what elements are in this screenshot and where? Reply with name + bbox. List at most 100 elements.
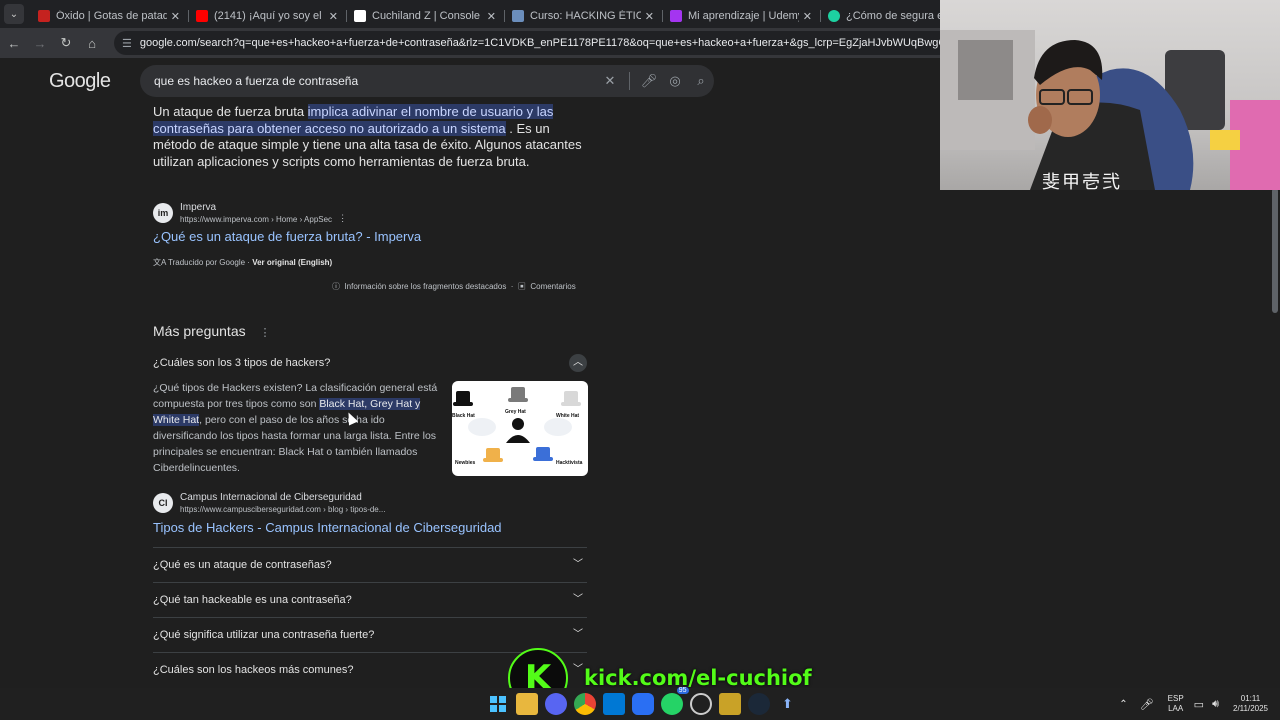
- browser-tab[interactable]: Mi aprendizaje | Udemy ✕: [662, 4, 820, 28]
- notification-badge: 95: [676, 687, 689, 694]
- source-name: Campus Internacional de Ciberseguridad: [180, 492, 362, 503]
- search-icon[interactable]: ⌕: [688, 73, 714, 89]
- close-icon[interactable]: ✕: [171, 10, 180, 23]
- paa-question-expanded[interactable]: ¿Cuáles son los 3 tipos de hackers? ︿: [153, 345, 587, 380]
- source-url: https://www.campusciberseguridad.com › b…: [180, 505, 386, 514]
- url-text: google.com/search?q=que+es+hackeo+a+fuer…: [139, 37, 964, 49]
- browser-tab[interactable]: Óxido | Gotas de patada ✕: [30, 4, 188, 28]
- tab-favicon: [828, 10, 840, 22]
- more-options-icon[interactable]: ⋮: [260, 327, 271, 339]
- close-icon[interactable]: ✕: [329, 10, 338, 23]
- address-bar[interactable]: ☰ google.com/search?q=que+es+hackeo+a+fu…: [114, 31, 964, 55]
- question-text: ¿Qué es un ataque de contraseñas?: [153, 559, 332, 571]
- clear-icon[interactable]: ✕: [597, 73, 623, 89]
- google-logo[interactable]: Google: [49, 70, 111, 93]
- paa-question[interactable]: ¿Qué tan hackeable es una contraseña? ﹀: [153, 582, 587, 617]
- shirt-text: 斐甲壱弐: [1042, 172, 1122, 190]
- steam-icon[interactable]: [747, 693, 770, 715]
- back-icon[interactable]: ←: [2, 36, 26, 51]
- paa-heading-text: Más preguntas: [153, 323, 246, 339]
- translated-by-label: Traducido por Google: [167, 258, 246, 267]
- close-icon[interactable]: ✕: [645, 10, 654, 23]
- file-explorer-icon[interactable]: [515, 693, 538, 715]
- system-tray: ⌃ 🎤︎ ESP LAA ▭ 🔊︎ 01:11 2/11/2025: [1119, 688, 1280, 720]
- chevron-down-icon[interactable]: ﹀: [569, 626, 587, 644]
- reload-icon[interactable]: ↻: [54, 35, 78, 51]
- question-text: ¿Qué significa utilizar una contraseña f…: [153, 629, 375, 641]
- result-source[interactable]: CI Campus Internacional de Cibersegurida…: [153, 492, 385, 514]
- chrome-icon[interactable]: [573, 693, 596, 715]
- imperva-logo: im: [153, 202, 173, 223]
- clock[interactable]: 01:11 2/11/2025: [1233, 694, 1268, 714]
- paa-question[interactable]: ¿Qué significa utilizar una contraseña f…: [153, 617, 587, 652]
- question-text: ¿Cuáles son los hackeos más comunes?: [153, 664, 354, 676]
- browser-tab[interactable]: Curso: HACKING ÉTICO ✕: [504, 4, 662, 28]
- microphone-icon[interactable]: 🎤︎: [1140, 698, 1154, 711]
- taskbar: 95 ⬆ ⌃ 🎤︎ ESP LAA ▭ 🔊︎ 01:11 2/11/2025: [0, 687, 1280, 720]
- hacktivista-label: Hacktivista: [556, 460, 583, 466]
- tab-title: Óxido | Gotas de patada: [56, 10, 167, 22]
- whatsapp-icon[interactable]: 95: [660, 687, 689, 715]
- featured-snippet: Un ataque de fuerza bruta implica adivin…: [153, 104, 593, 170]
- chevron-down-icon[interactable]: ﹀: [569, 591, 587, 609]
- volume-icon[interactable]: 🔊︎: [1212, 698, 1219, 711]
- chevron-up-icon[interactable]: ⌃: [1119, 699, 1127, 710]
- microphone-icon[interactable]: 🎤︎: [636, 73, 662, 89]
- start-icon[interactable]: [487, 693, 509, 715]
- tab-search-button[interactable]: ⌄: [4, 4, 24, 24]
- tab-favicon: [354, 10, 366, 22]
- source-name: Imperva: [180, 201, 217, 213]
- site-info-icon[interactable]: ☰: [122, 37, 132, 50]
- source-url: https://www.imperva.com › Home › AppSec: [180, 214, 333, 224]
- udemy-icon: [670, 10, 682, 22]
- result-link[interactable]: Tipos de Hackers - Campus Internacional …: [153, 520, 502, 535]
- tab-favicon: [38, 10, 50, 22]
- feedback-link[interactable]: Comentarios: [530, 282, 575, 291]
- browser-tab[interactable]: (2141) ¡Aquí yo soy el campeó ✕: [188, 4, 346, 28]
- clock-date: 2/11/2025: [1233, 704, 1268, 713]
- paa-answer: ¿Qué tipos de Hackers existen? La clasif…: [153, 380, 443, 476]
- tab-title: Mi aprendizaje | Udemy: [688, 10, 799, 22]
- browser-tab[interactable]: Cuchiland Z | Console ✕: [346, 4, 504, 28]
- forward-icon[interactable]: →: [28, 36, 52, 51]
- lang-bottom: LAA: [1168, 704, 1184, 713]
- translation-note: 文A Traducido por Google · Ver original (…: [153, 258, 333, 267]
- result-source[interactable]: im Imperva https://www.imperva.com › Hom…: [153, 201, 347, 224]
- search-results: Un ataque de fuerza bruta implica adivin…: [153, 104, 593, 676]
- app-icon[interactable]: [718, 693, 741, 715]
- app-icon[interactable]: ⬆: [777, 693, 799, 715]
- feedback-icon: ▣: [517, 282, 526, 291]
- home-icon[interactable]: ⌂: [80, 36, 104, 51]
- search-input[interactable]: que es hackeo a fuerza de contraseña: [154, 74, 597, 88]
- search-box[interactable]: que es hackeo a fuerza de contraseña ✕ 🎤…: [140, 65, 714, 97]
- close-icon[interactable]: ✕: [487, 10, 496, 23]
- more-options-icon[interactable]: ⋮: [338, 213, 347, 224]
- divider: [629, 72, 630, 90]
- lens-icon[interactable]: ◎: [662, 73, 688, 89]
- discord-icon[interactable]: [544, 693, 567, 715]
- close-icon[interactable]: ✕: [803, 10, 812, 23]
- result-link[interactable]: ¿Qué es un ataque de fuerza bruta? - Imp…: [153, 229, 421, 244]
- about-snippets-link[interactable]: Información sobre los fragmentos destaca…: [344, 282, 506, 291]
- view-original-link[interactable]: Ver original (English): [252, 258, 332, 267]
- language-indicator[interactable]: ESP LAA: [1168, 694, 1184, 714]
- translate-icon: 文A: [153, 258, 166, 267]
- chevron-up-icon[interactable]: ︿: [569, 353, 587, 372]
- campus-logo: CI: [153, 493, 173, 513]
- white-hat-label: White Hat: [556, 413, 579, 419]
- snippet-text: Un ataque de fuerza bruta: [153, 104, 308, 119]
- app-icon[interactable]: [631, 693, 654, 715]
- info-icon: ⓘ: [332, 282, 340, 291]
- kick-url: kick.com/el-cuchiof: [584, 666, 812, 690]
- tab-title: (2141) ¡Aquí yo soy el campeó: [214, 10, 325, 22]
- network-icon[interactable]: ▭: [1194, 698, 1204, 711]
- hacker-types-image[interactable]: Black Hat Grey Hat White Hat Newbies Hac…: [452, 381, 588, 476]
- tab-favicon: [512, 10, 524, 22]
- paa-question[interactable]: ¿Qué es un ataque de contraseñas? ﹀: [153, 547, 587, 582]
- youtube-icon: [196, 10, 208, 22]
- obs-icon[interactable]: [689, 693, 712, 715]
- vscode-icon[interactable]: [602, 693, 625, 715]
- chevron-down-icon[interactable]: ﹀: [569, 556, 587, 574]
- google-header: Google que es hackeo a fuerza de contras…: [0, 58, 940, 104]
- scrollbar-thumb[interactable]: [1272, 188, 1278, 313]
